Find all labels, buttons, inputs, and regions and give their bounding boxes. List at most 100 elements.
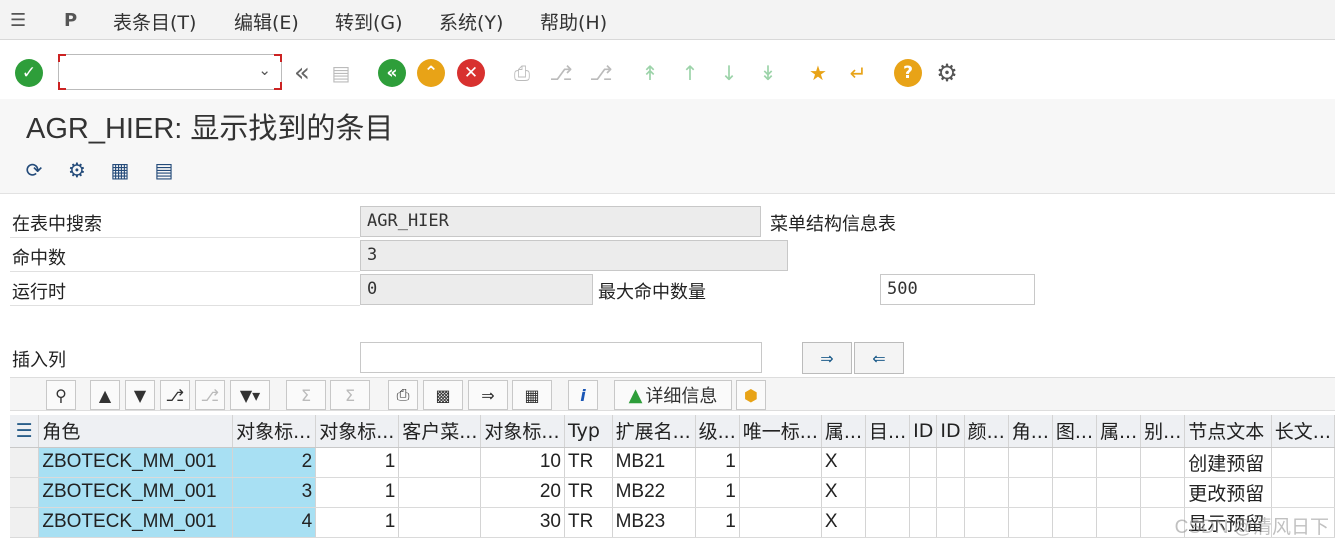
cell[interactable] [739,447,822,478]
info-icon[interactable]: i [568,380,598,410]
column-header[interactable]: 对象标... [315,415,400,448]
last-page-icon[interactable]: ↡ [754,59,782,87]
table-row[interactable]: ZBOTECK_MM_001 3 1 20 TR MB22 1 X 更改预留 [10,477,1335,508]
exit-button[interactable]: ⌃ [417,59,445,87]
gear-icon[interactable]: ⚙ [933,59,961,87]
cell[interactable] [909,477,938,508]
detail-info-button[interactable]: ▲ 详细信息 [614,380,732,410]
remove-column-button[interactable]: ⇐ [854,342,904,374]
cell[interactable] [398,447,482,478]
menu-item-help[interactable]: 帮助(H) [540,8,607,35]
cell[interactable] [1140,477,1186,508]
cell[interactable]: 10 [480,447,565,478]
puzzle-icon[interactable]: ▦ [106,156,134,184]
row-selector[interactable] [10,507,40,538]
cell[interactable]: 1 [315,447,400,478]
cell[interactable] [398,477,482,508]
cell[interactable] [398,507,482,538]
cell[interactable] [865,477,911,508]
cell[interactable] [1140,447,1186,478]
menu-item-system[interactable]: 系统(Y) [439,8,503,35]
column-header[interactable]: 客户菜... [398,415,482,448]
save-icon[interactable]: ▤ [327,59,355,87]
cell[interactable]: 1 [315,507,400,538]
cell[interactable] [936,447,965,478]
cell[interactable] [739,477,822,508]
cell-role[interactable]: ZBOTECK_MM_001 [38,447,234,478]
column-header[interactable]: 节点文本 [1184,415,1272,448]
cell[interactable] [909,447,938,478]
cell-role[interactable]: ZBOTECK_MM_001 [38,477,234,508]
column-header[interactable]: 角... [1008,415,1053,448]
cell[interactable] [1096,507,1142,538]
cell[interactable] [909,507,938,538]
cell[interactable] [1052,507,1097,538]
document-icon[interactable]: ▤ [150,156,178,184]
max-hits-input[interactable]: 500 [880,274,1035,305]
cell[interactable]: TR [564,507,613,538]
column-header[interactable]: 唯一标... [739,415,822,448]
cell[interactable] [1008,477,1053,508]
cell[interactable]: MB23 [612,507,696,538]
create-session-icon[interactable]: ★ [804,59,832,87]
table-row[interactable]: ZBOTECK_MM_001 4 1 30 TR MB23 1 X 显示预留 [10,507,1335,538]
column-header[interactable]: ID [936,415,965,448]
shortcut-icon[interactable]: ↵ [844,59,872,87]
cell[interactable] [1008,507,1053,538]
column-header[interactable]: ID [909,415,938,448]
chevron-down-icon[interactable]: ⌄ [258,61,271,79]
column-header[interactable]: 目... [865,415,911,448]
column-header[interactable]: Typ [564,415,613,448]
first-page-icon[interactable]: ↟ [636,59,664,87]
sort-ascending-icon[interactable]: ▲ [90,380,120,410]
cell[interactable]: TR [564,447,613,478]
refresh-icon[interactable]: ⟳ [20,156,48,184]
cell[interactable]: 1 [695,477,740,508]
column-header[interactable]: 级... [695,415,740,448]
cell[interactable] [1271,477,1335,508]
menu-toggle-icon[interactable]: ☰ [10,10,26,31]
cell[interactable] [739,507,822,538]
cell[interactable]: X [821,447,867,478]
cell[interactable] [936,477,965,508]
cell-object-id[interactable]: 3 [232,477,317,508]
cell[interactable]: 30 [480,507,565,538]
menu-item-edit[interactable]: 编辑(E) [234,8,299,35]
row-selector[interactable] [10,477,40,508]
cell[interactable]: 20 [480,477,565,508]
sort-shield-icon[interactable]: ⬢ [736,380,766,410]
column-header[interactable]: 对象标... [480,415,565,448]
cell[interactable] [1008,447,1053,478]
sort-descending-icon[interactable]: ▼ [125,380,155,410]
table-row[interactable]: ZBOTECK_MM_001 2 1 10 TR MB21 1 X 创建预留 [10,447,1335,478]
enter-button[interactable]: ✓ [15,59,43,87]
column-header[interactable]: 图... [1052,415,1097,448]
cell[interactable]: MB22 [612,477,696,508]
cell-role[interactable]: ZBOTECK_MM_001 [38,507,234,538]
cell[interactable] [865,507,911,538]
column-header[interactable]: 属... [1096,415,1142,448]
details-icon[interactable]: ⚲ [46,380,76,410]
print-icon[interactable]: ⎙ [388,380,418,410]
export-icon[interactable]: ⇒ [468,380,508,410]
previous-page-icon[interactable]: ↑ [676,59,704,87]
column-header[interactable]: 颜... [964,415,1009,448]
help-button[interactable]: ? [894,59,922,87]
cell[interactable] [1052,477,1097,508]
column-header[interactable]: 属... [821,415,867,448]
cell[interactable]: 1 [315,477,400,508]
back-button[interactable]: « [378,59,406,87]
cell[interactable] [964,507,1009,538]
column-header[interactable]: 角色 [38,415,234,448]
find-icon[interactable]: ⎇ [160,380,190,410]
select-all-icon[interactable]: ☰ [10,415,40,448]
insert-column-input[interactable] [360,342,762,373]
cell[interactable] [865,447,911,478]
cell-object-id[interactable]: 2 [232,447,317,478]
cell[interactable]: MB21 [612,447,696,478]
cell[interactable]: X [821,477,867,508]
cell[interactable]: 1 [695,507,740,538]
menu-item-table-entry[interactable]: 表条目(T) [113,8,196,35]
filter-icon[interactable]: ▼▾ [230,380,270,410]
cell[interactable] [964,447,1009,478]
